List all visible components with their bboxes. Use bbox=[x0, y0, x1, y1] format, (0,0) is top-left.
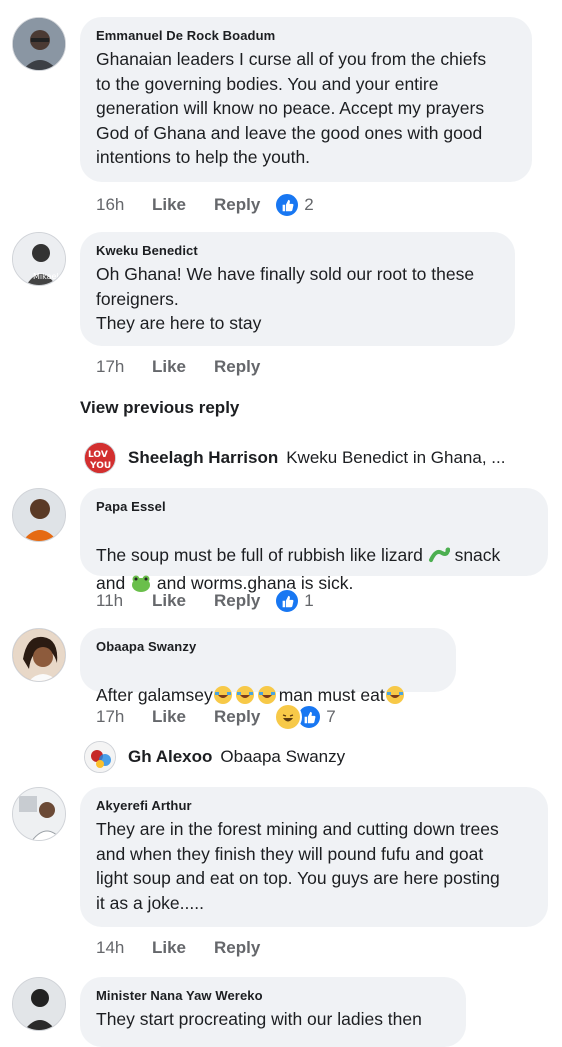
reply-author[interactable]: Gh Alexoo bbox=[128, 747, 212, 767]
comment-bubble: Akyerefi Arthur They are in the forest m… bbox=[80, 787, 548, 927]
avatar[interactable]: Mikael bbox=[12, 232, 66, 286]
comment-actions: 17h Like Reply bbox=[96, 357, 274, 377]
svg-text:Mikael: Mikael bbox=[33, 272, 59, 281]
comment-text: Oh Ghana! We have finally sold our root … bbox=[96, 264, 475, 333]
avatar[interactable] bbox=[84, 741, 116, 773]
reaction-count: 1 bbox=[304, 591, 314, 610]
reaction-count: 2 bbox=[304, 195, 314, 214]
avatar[interactable] bbox=[12, 628, 66, 682]
avatar[interactable] bbox=[12, 977, 66, 1031]
comment-author[interactable]: Akyerefi Arthur bbox=[96, 798, 532, 813]
like-button[interactable]: Like bbox=[152, 195, 214, 215]
svg-text:YOU: YOU bbox=[89, 461, 111, 471]
comment-bubble: Obaapa Swanzy After galamsey man must eat bbox=[80, 628, 456, 705]
reply-button[interactable]: Reply bbox=[214, 357, 260, 377]
like-button[interactable]: Like bbox=[152, 707, 214, 727]
comment-time[interactable]: 14h bbox=[96, 938, 152, 958]
laughing-emoji-icon bbox=[385, 684, 407, 712]
reaction-summary[interactable]: 2 bbox=[274, 192, 314, 218]
reply-preview[interactable]: LOV YOU Sheelagh Harrison Kweku Benedict … bbox=[84, 442, 505, 474]
comment-time[interactable]: 17h bbox=[96, 357, 152, 377]
comment-text: They are in the forest mining and cuttin… bbox=[96, 819, 500, 913]
comment-actions: 14h Like Reply bbox=[96, 938, 274, 958]
comment-bubble: Papa Essel The soup must be full of rubb… bbox=[80, 488, 548, 593]
comment-actions: 17h Like Reply 7 bbox=[96, 703, 336, 731]
comment-time[interactable]: 17h bbox=[96, 707, 152, 727]
avatar[interactable] bbox=[12, 17, 66, 71]
reply-button[interactable]: Reply bbox=[214, 707, 260, 727]
reply-preview-text: Kweku Benedict in Ghana, ... bbox=[286, 448, 506, 467]
comment-actions: 16h Like Reply 2 bbox=[96, 192, 314, 218]
haha-reaction-icon bbox=[274, 703, 303, 731]
like-button[interactable]: Like bbox=[152, 357, 214, 377]
like-button[interactable]: Like bbox=[152, 591, 214, 611]
comment-bubble: Kweku Benedict Oh Ghana! We have finally… bbox=[80, 232, 515, 346]
reply-button[interactable]: Reply bbox=[214, 591, 260, 611]
comment-text: Ghanaian leaders I curse all of you from… bbox=[96, 49, 487, 167]
comment-time[interactable]: 16h bbox=[96, 195, 152, 215]
like-button[interactable]: Like bbox=[152, 938, 214, 958]
reply-preview[interactable]: Gh Alexoo Obaapa Swanzy bbox=[84, 741, 345, 773]
comment-author[interactable]: Minister Nana Yaw Wereko bbox=[96, 988, 450, 1003]
reaction-summary[interactable]: 7 bbox=[274, 703, 336, 731]
comment-time[interactable]: 11h bbox=[96, 591, 152, 611]
reply-button[interactable]: Reply bbox=[214, 195, 260, 215]
reaction-summary[interactable]: 1 bbox=[274, 588, 314, 614]
comment-bubble: Emmanuel De Rock Boadum Ghanaian leaders… bbox=[80, 17, 532, 182]
like-reaction-icon bbox=[274, 192, 301, 218]
view-previous-reply-link[interactable]: View previous reply bbox=[80, 398, 239, 418]
comment-bubble: Minister Nana Yaw Wereko They start proc… bbox=[80, 977, 466, 1047]
like-reaction-icon bbox=[274, 588, 301, 614]
avatar[interactable] bbox=[12, 488, 66, 542]
svg-text:LOV: LOV bbox=[88, 450, 108, 460]
reply-author[interactable]: Sheelagh Harrison bbox=[128, 448, 278, 468]
comment-author[interactable]: Emmanuel De Rock Boadum bbox=[96, 28, 516, 43]
reply-button[interactable]: Reply bbox=[214, 938, 260, 958]
reply-preview-text: Obaapa Swanzy bbox=[220, 747, 346, 766]
comment-text: They start procreating with our ladies t… bbox=[96, 1009, 422, 1029]
comment-author[interactable]: Kweku Benedict bbox=[96, 243, 499, 258]
comment-actions: 11h Like Reply 1 bbox=[96, 588, 314, 614]
lizard-emoji-icon bbox=[428, 545, 451, 572]
reaction-count: 7 bbox=[326, 707, 336, 726]
comment-author[interactable]: Obaapa Swanzy bbox=[96, 639, 440, 654]
avatar[interactable]: LOV YOU bbox=[84, 442, 116, 474]
avatar[interactable] bbox=[12, 787, 66, 841]
comment-author[interactable]: Papa Essel bbox=[96, 499, 532, 514]
